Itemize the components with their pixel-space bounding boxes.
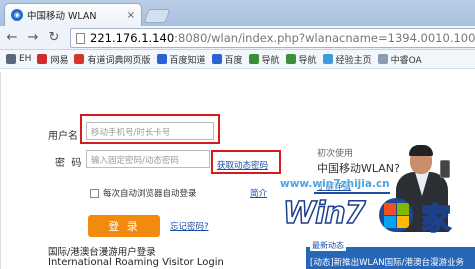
watermark-logo-char: 家: [420, 201, 452, 238]
watermark-logo-text: Win7: [282, 195, 366, 232]
bookmark-item[interactable]: 导航: [285, 53, 317, 66]
login-button[interactable]: 登 录: [88, 215, 160, 237]
divider: [0, 72, 1, 269]
news-heading[interactable]: 最新动态: [310, 240, 346, 251]
browser-tab[interactable]: ◉ 中国移动 WLAN ×: [4, 3, 142, 26]
intl-login-title-cn: 国际/港澳台漫游用户登录: [48, 247, 156, 258]
tab-strip: ◉ 中国移动 WLAN ×: [0, 0, 475, 26]
new-tab-button[interactable]: [143, 9, 171, 23]
promo-line2: 中国移动WLAN?: [317, 162, 400, 175]
auto-login-label: 每次自动浏览器自动登录: [103, 189, 197, 199]
bookmark-item[interactable]: 导航: [248, 53, 280, 66]
forward-icon[interactable]: →: [24, 29, 42, 47]
username-label: 用户名: [48, 131, 78, 142]
bookmark-item[interactable]: 有道词典网页版: [74, 53, 151, 66]
baidu-icon: [211, 54, 222, 64]
password-label: 密 码: [55, 158, 82, 169]
nav-icon: [285, 54, 296, 64]
jingyan-icon: [322, 54, 333, 64]
bookmark-item[interactable]: 网易: [37, 53, 68, 66]
page-icon: [377, 54, 388, 64]
page-icon: [76, 32, 85, 44]
phone-icon: [440, 160, 450, 178]
highlight-box: [211, 150, 281, 174]
intl-login-link-en[interactable]: International Roaming Visitor Login: [48, 257, 224, 268]
bookmark-item[interactable]: 百度知道: [156, 53, 206, 66]
promo-line1: 初次使用: [317, 149, 354, 159]
baidu-icon: [156, 54, 167, 64]
news-strip: 最新动态 [动态]新推出WLAN国际/港澳台漫游业务: [306, 240, 475, 269]
apps-icon: [6, 54, 16, 64]
auto-login-checkbox[interactable]: [90, 189, 99, 198]
news-text[interactable]: [动态]新推出WLAN国际/港澳台漫游业务: [310, 256, 464, 268]
bookmark-item[interactable]: 百度: [211, 53, 243, 66]
windows-logo-icon: [379, 198, 413, 232]
highlight-box: [80, 114, 220, 144]
address-bar[interactable]: 221.176.1.140:8080/wlan/index.php?wlanac…: [70, 28, 475, 48]
password-input[interactable]: 输入固定密码/动态密码: [86, 150, 210, 168]
back-icon[interactable]: ←: [3, 29, 21, 47]
bookmark-item[interactable]: 经验主页: [322, 53, 372, 66]
youdao-icon: [74, 54, 85, 64]
tab-title: 中国移动 WLAN: [27, 11, 97, 22]
reload-icon[interactable]: ↻: [45, 29, 63, 47]
intro-link[interactable]: 简介: [250, 187, 267, 199]
bookmark-item[interactable]: 中睿OA: [377, 53, 422, 66]
forgot-password-link[interactable]: 忘记密码?: [170, 220, 209, 232]
bookmark-item[interactable]: EH: [6, 54, 31, 64]
tab-close-icon[interactable]: ×: [127, 10, 135, 21]
watermark-logo: Win7 家: [282, 192, 475, 240]
netease-icon: [37, 54, 48, 64]
china-mobile-favicon-icon: ◉: [11, 9, 23, 21]
watermark-url: www.win7zhijia.cn: [280, 178, 390, 190]
url-text[interactable]: 221.176.1.140:8080/wlan/index.php?wlanac…: [90, 31, 475, 45]
bookmarks-bar: EH 网易 有道词典网页版 百度知道 百度 导航 导航 经验主页 中睿OA: [0, 50, 475, 69]
browser-toolbar: ← → ↻ 221.176.1.140:8080/wlan/index.php?…: [0, 26, 475, 50]
nav-icon: [248, 54, 259, 64]
